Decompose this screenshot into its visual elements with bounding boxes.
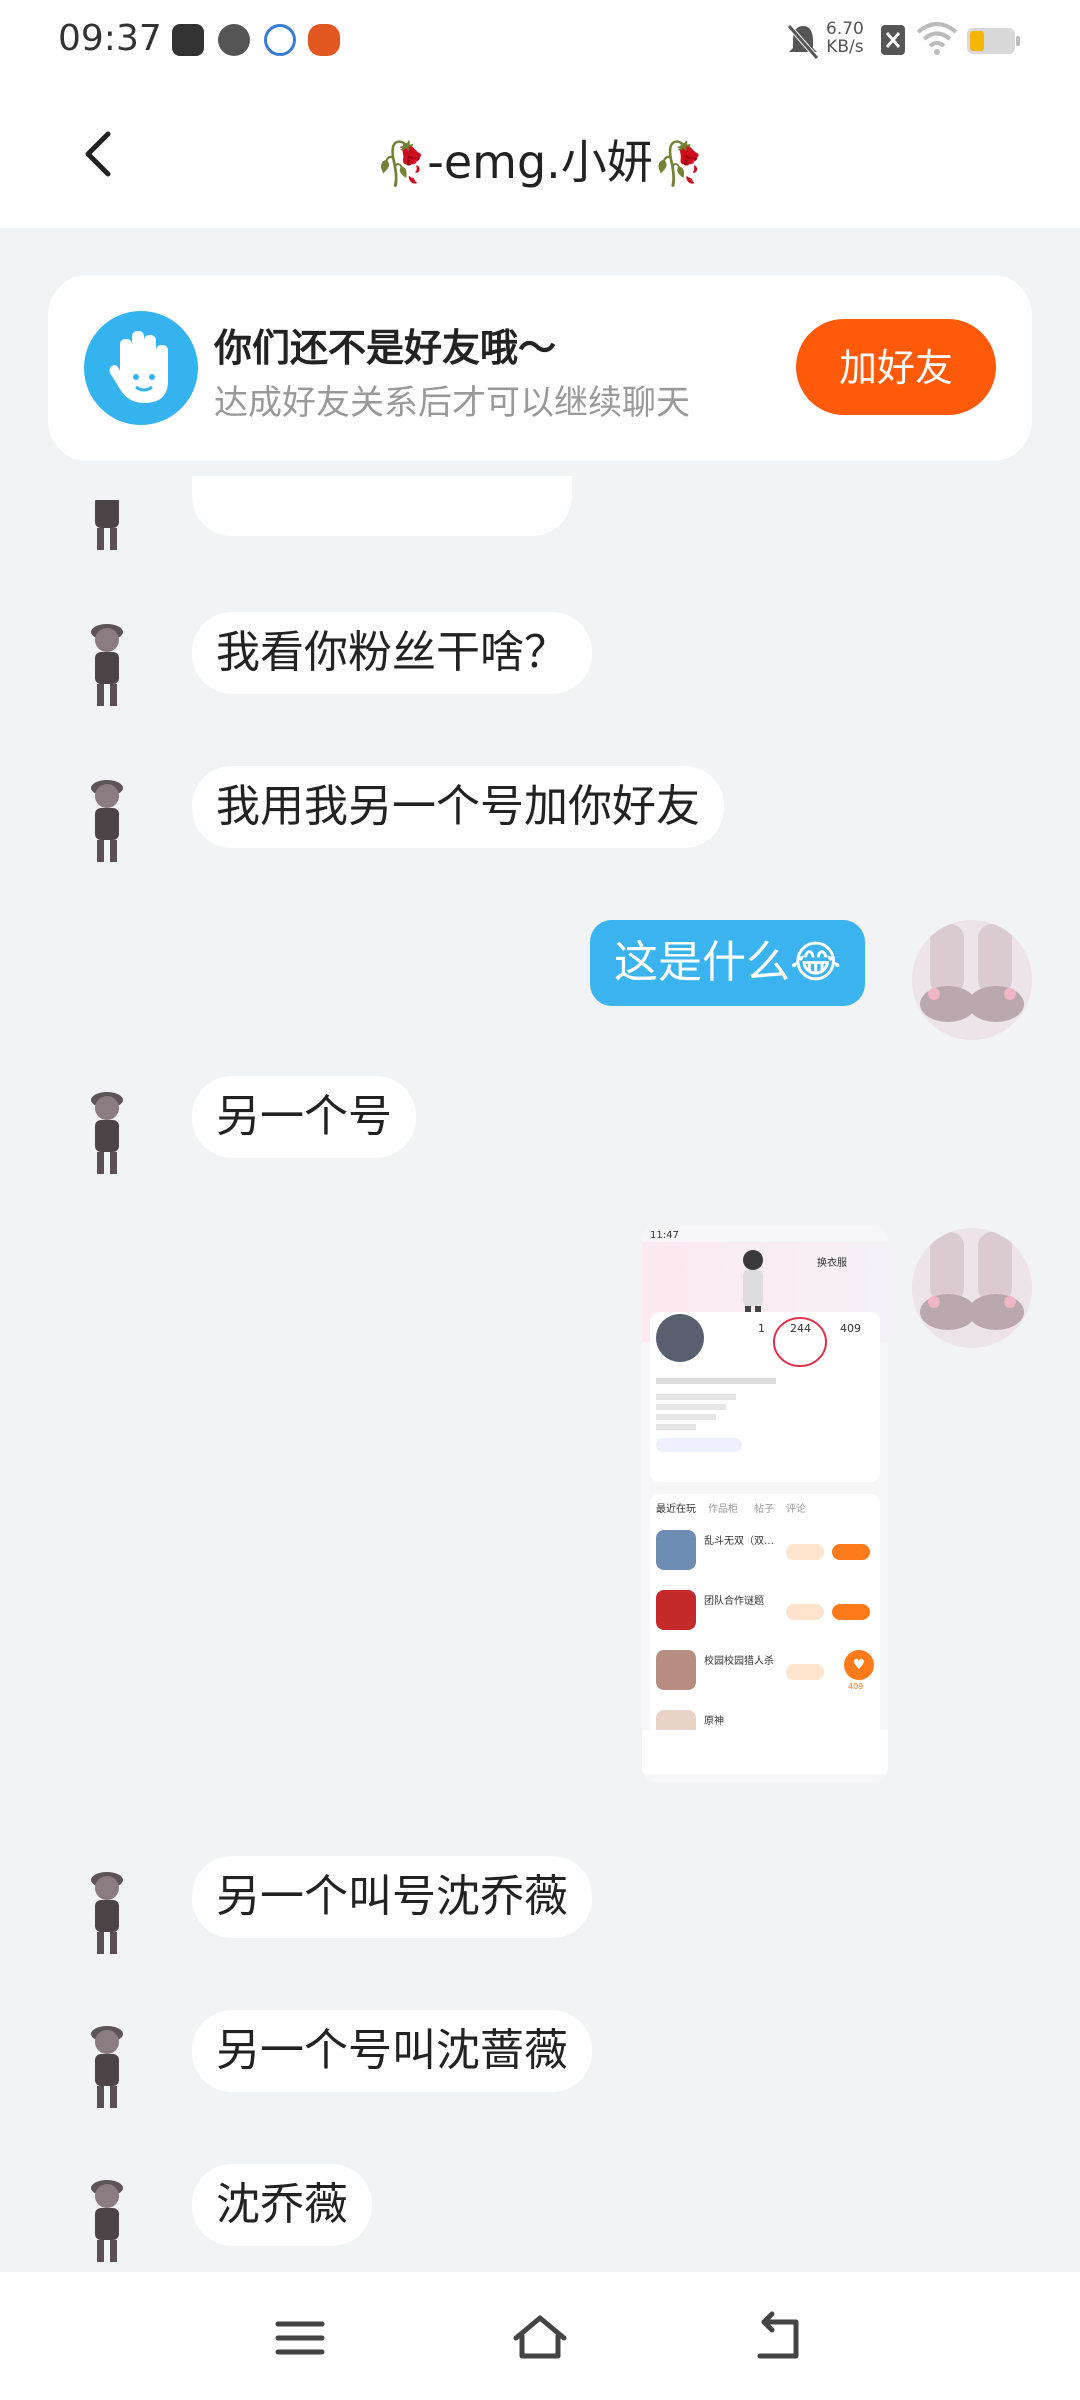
shot-game-name: 原神 [704,1716,724,1727]
shot-navbar [642,1730,888,1774]
avatar[interactable] [62,500,152,556]
mute-icon [787,24,819,60]
avatar[interactable] [62,1084,152,1180]
shot-game-icon [656,1590,696,1630]
message-bubble[interactable]: 我看你粉丝干啥？ [192,612,592,694]
message-text: 这是什么 [614,937,790,988]
message-bubble[interactable]: 另一个号 [192,1076,416,1158]
shot-profile-card: 1 244 409 [650,1312,880,1482]
shot-game-icon [656,1650,696,1690]
shot-game-name: 团队合作谜题 [704,1596,764,1607]
avatar-figure-icon [95,500,119,550]
avatar-figure-icon [91,2026,123,2108]
banner-subtitle: 达成好友关系后才可以继续聊天 [214,383,690,423]
shot-pill [786,1544,824,1560]
status-time: 09:37 [58,18,162,59]
wave-hand-icon [84,311,198,425]
shot-tab: 作品柜 [708,1504,738,1515]
image-message[interactable]: 11:47 换衣服 1 244 409 最近在玩 作品柜 帖子 评论 乱斗无双（… [642,1226,888,1782]
shot-stat1: 1 [758,1322,765,1335]
avatar[interactable] [62,2172,152,2268]
chat-title-text: -emg.小妍 [427,135,653,189]
shot-orange-button [832,1604,870,1620]
avatar-figure-icon [91,624,123,706]
shot-pill [786,1664,824,1680]
add-friend-button[interactable]: 加好友 [796,319,996,415]
chat-header: 🥀-emg.小妍🥀 [0,84,1080,228]
avatar-feet-icon [912,920,1032,1040]
shot-time: 11:47 [650,1230,679,1241]
net-speed-unit: KB/s [826,37,864,57]
message-bubble[interactable]: 我用我另一个号加你好友 [192,766,724,848]
sim-off-icon [881,25,905,55]
net-speed: 6.70 KB/s [826,20,864,56]
rose-icon: 🥀 [374,139,428,188]
avatar-figure-icon [91,780,123,862]
shot-bio-lines [656,1374,776,1460]
chat-title: 🥀-emg.小妍🥀 [0,126,1080,192]
avatar-feet-icon [912,1228,1032,1348]
shot-dress-label: 换衣服 [817,1258,847,1269]
message-bubble-self[interactable]: 这是什么😂 [590,920,866,1006]
shot-games-card: 最近在玩 作品柜 帖子 评论 乱斗无双（双… 团队合作谜题 校园校园猎人杀 ♥ … [642,1494,888,1774]
status-bar: 09:37 6.70 KB/s [0,0,1080,84]
avatar-self[interactable] [912,920,1032,1040]
avatar[interactable] [62,1864,152,1960]
banner-title: 你们还不是好友哦～ [214,326,557,370]
shot-orange-button [832,1544,870,1560]
shot-game-name: 乱斗无双（双… [704,1536,774,1547]
red-circle-annotation-icon [773,1317,827,1367]
avatar[interactable] [62,616,152,712]
home-icon[interactable] [510,2310,570,2366]
pumpkin-icon [308,24,340,56]
shot-stat3: 409 [840,1322,861,1335]
shot-game-icon [656,1530,696,1570]
shot-game-name: 校园校园猎人杀 [704,1656,774,1667]
avatar[interactable] [62,772,152,868]
back-icon[interactable] [750,2310,810,2366]
shot-tab: 最近在玩 [656,1504,696,1515]
message-bubble[interactable]: 另一个号叫沈蔷薇 [192,2010,592,2092]
speedometer-icon [218,24,250,56]
partial-message-bubble [192,476,572,536]
not-friend-banner: 你们还不是好友哦～ 达成好友关系后才可以继续聊天 加好友 [48,275,1032,461]
laughing-emoji-icon: 😂 [790,937,842,988]
system-nav-bar [0,2272,1080,2400]
shot-tab: 帖子 [754,1504,774,1515]
shot-tab: 评论 [786,1504,806,1515]
shot-game-icon [656,1710,696,1730]
menu-icon[interactable] [270,2310,330,2366]
app-icon [172,24,204,56]
rose-icon: 🥀 [652,139,706,188]
message-bubble[interactable]: 沈乔薇 [192,2164,372,2246]
avatar-figure-icon [91,2180,123,2262]
shot-pill [786,1604,824,1620]
message-bubble[interactable]: 另一个叫号沈乔薇 [192,1856,592,1938]
avatar-figure-icon [91,1872,123,1954]
wifi-icon [916,22,958,55]
shot-avatar [656,1314,704,1362]
net-speed-value: 6.70 [826,19,864,39]
avatar-figure-icon [91,1092,123,1174]
battery-icon [967,28,1020,54]
shot-like-badge: ♥ [844,1650,874,1680]
avatar[interactable] [62,2018,152,2114]
ifly-icon [264,24,296,56]
shot-like-count: 409 [848,1682,864,1691]
avatar-self[interactable] [912,1228,1032,1348]
